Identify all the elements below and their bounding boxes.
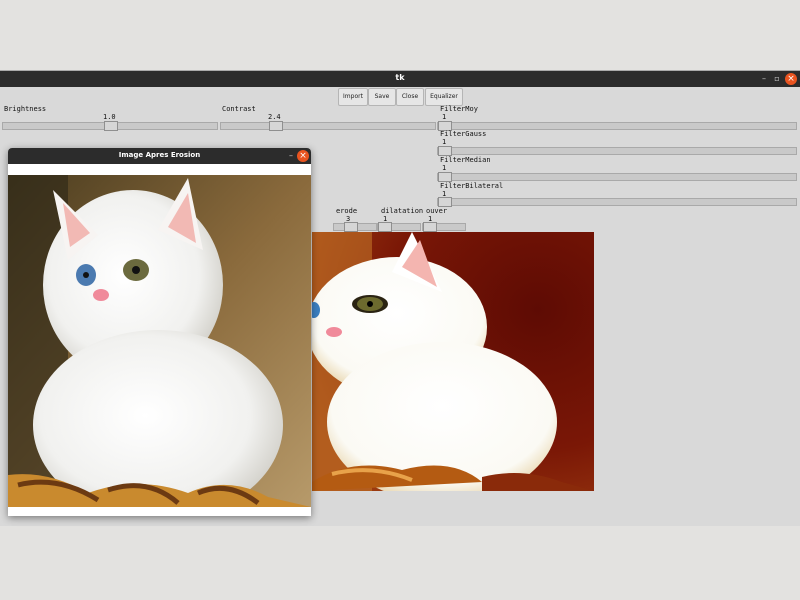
filter-median-slider[interactable] <box>437 172 797 182</box>
ouver-label: ouver <box>426 207 448 215</box>
filter-gauss-slider-handle[interactable] <box>438 146 452 156</box>
erode-label: erode <box>336 207 358 215</box>
save-button[interactable]: Save <box>368 88 396 106</box>
maximize-icon[interactable]: ▫ <box>770 72 784 86</box>
brightness-slider-handle[interactable] <box>104 121 118 131</box>
close-button[interactable]: Close <box>396 88 424 106</box>
dilatation-slider[interactable] <box>377 222 421 232</box>
contrast-value: 2.4 <box>268 113 281 121</box>
contrast-slider[interactable] <box>220 121 436 131</box>
filter-gauss-slider[interactable] <box>437 146 797 156</box>
minimize-icon[interactable]: – <box>757 72 771 86</box>
brightness-slider[interactable] <box>2 121 218 131</box>
erosion-window: Image Apres Erosion – × <box>8 148 311 516</box>
filter-gauss-value: 1 <box>442 138 447 146</box>
erosion-titlebar: Image Apres Erosion – × <box>8 148 311 164</box>
filter-moy-label: FilterMoy <box>440 105 478 113</box>
filter-median-slider-handle[interactable] <box>438 172 452 182</box>
filter-bilateral-label: FilterBilateral <box>440 182 504 190</box>
ouver-slider-handle[interactable] <box>423 222 437 232</box>
contrast-label: Contrast <box>222 105 256 113</box>
dilatation-label: dilatation <box>381 207 424 215</box>
brightness-label: Brightness <box>4 105 47 113</box>
close-icon[interactable]: × <box>297 150 309 162</box>
processed-image <box>312 232 594 491</box>
erosion-window-title: Image Apres Erosion <box>118 151 201 159</box>
filter-median-value: 1 <box>442 164 447 172</box>
main-titlebar: tk – ▫ × <box>0 71 800 87</box>
ouver-slider[interactable] <box>422 222 466 232</box>
contrast-slider-handle[interactable] <box>269 121 283 131</box>
filter-median-label: FilterMedian <box>440 156 491 164</box>
dilatation-slider-handle[interactable] <box>378 222 392 232</box>
filter-moy-value: 1 <box>442 113 447 121</box>
erode-slider[interactable] <box>333 222 377 232</box>
filter-gauss-label: FilterGauss <box>440 130 487 138</box>
filter-bilateral-slider-handle[interactable] <box>438 197 452 207</box>
eroded-image <box>8 175 311 507</box>
import-button[interactable]: Import <box>338 88 368 106</box>
main-window-title: tk <box>395 73 405 82</box>
erode-slider-handle[interactable] <box>344 222 358 232</box>
minimize-icon[interactable]: – <box>284 149 298 163</box>
filter-moy-slider[interactable] <box>437 121 797 131</box>
brightness-value: 1.0 <box>103 113 116 121</box>
close-icon[interactable]: × <box>785 73 797 85</box>
equalizer-button[interactable]: Equalizer <box>425 88 463 106</box>
filter-bilateral-slider[interactable] <box>437 197 797 207</box>
